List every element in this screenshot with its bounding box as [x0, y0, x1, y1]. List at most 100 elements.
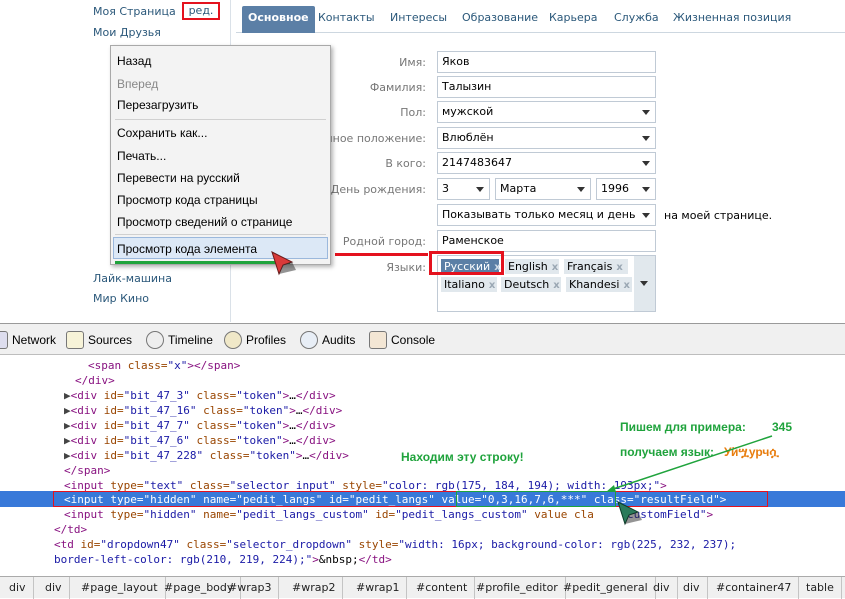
code-token: "bit_47_228" [123, 449, 204, 462]
first-name-input[interactable]: Яков [437, 51, 656, 73]
sex-select[interactable]: мужской [437, 101, 656, 123]
close-icon[interactable]: x [616, 262, 622, 273]
code-token: > [312, 553, 319, 566]
console-icon [369, 331, 387, 349]
tab-career[interactable]: Карьера [543, 6, 604, 33]
elements-panel: <span class="x"></span> </div> ▶<div id=… [0, 356, 845, 576]
breadcrumb-item[interactable]: div [676, 577, 708, 599]
code-token: "bit_47_16" [123, 404, 197, 417]
relationship-select[interactable]: Влюблён [437, 127, 656, 149]
close-icon[interactable]: x [489, 280, 495, 291]
tab-interests[interactable]: Интересы [384, 6, 453, 33]
annotation-underline [335, 253, 428, 256]
breadcrumb-item[interactable]: div [38, 577, 70, 599]
last-name-input[interactable]: Талызин [437, 76, 656, 98]
tab-audits[interactable]: Audits [300, 330, 355, 350]
audits-icon [300, 331, 318, 349]
tab-basic[interactable]: Основное [242, 6, 315, 33]
menu-item-page-info[interactable]: Просмотр сведений о странице [117, 215, 292, 229]
close-icon[interactable]: x [623, 280, 629, 291]
language-token[interactable]: Deutsch x [501, 277, 561, 292]
menu-item-save-as[interactable]: Сохранить как... [117, 126, 207, 140]
tab-timeline[interactable]: Timeline [146, 330, 213, 350]
menu-separator [115, 119, 326, 120]
breadcrumb-item[interactable]: #container47 [709, 577, 800, 599]
breadcrumb-item[interactable]: #wrap1 [349, 577, 408, 599]
tab-contacts[interactable]: Контакты [312, 6, 381, 33]
birthday-year-select[interactable]: 1996 [596, 178, 656, 200]
tab-console[interactable]: Console [369, 330, 435, 350]
code-token: class= [203, 449, 250, 462]
code-token: > [289, 404, 296, 417]
code-line[interactable]: </div> [75, 373, 115, 388]
birthday-month-select[interactable]: Марта [495, 178, 591, 200]
code-token: style= [352, 538, 399, 551]
hometown-input[interactable]: Раменское [437, 230, 656, 252]
tab-life-position[interactable]: Жизненная позиция [667, 6, 797, 33]
code-line[interactable]: <td id="dropdown47" class="selector_drop… [54, 537, 736, 552]
code-line[interactable]: ▶<div id="bit_47_228" class="token">…</d… [64, 448, 349, 463]
languages-dropdown-button[interactable] [634, 256, 655, 311]
breadcrumb-item[interactable]: #profile_editor [469, 577, 566, 599]
code-line[interactable]: border-left-color: rgb(210, 219, 224);">… [54, 552, 392, 567]
breadcrumb-item[interactable]: div [646, 577, 678, 599]
code-line[interactable]: ▶<div id="bit_47_7" class="token">…</div… [64, 418, 336, 433]
tab-education[interactable]: Образование [456, 6, 544, 33]
annotation-underline [115, 261, 290, 264]
breadcrumb-item[interactable]: table [799, 577, 842, 599]
language-token[interactable]: Français x [564, 259, 628, 274]
menu-item-print[interactable]: Печать... [117, 149, 166, 163]
birthday-day-value: 3 [442, 182, 449, 195]
menu-item-forward[interactable]: Вперед [117, 77, 158, 91]
close-icon[interactable]: x [553, 280, 559, 291]
breadcrumb-item[interactable]: #pedit_general [556, 577, 656, 599]
tab-sources[interactable]: Sources [66, 330, 132, 350]
close-icon[interactable]: x [552, 262, 558, 273]
language-token[interactable]: English x [505, 259, 559, 274]
breadcrumb-item[interactable]: #wrap2 [285, 577, 344, 599]
birthday-visibility-select[interactable]: Показывать только месяц и день [437, 204, 656, 226]
expand-arrow-icon: ▶ [64, 449, 71, 462]
menu-item-inspect-label: Просмотр кода элемента [117, 242, 258, 256]
nav-my-friends[interactable]: Мои Друзья [93, 26, 161, 39]
birthday-day-select[interactable]: 3 [437, 178, 490, 200]
menu-item-translate[interactable]: Перевести на русский [117, 171, 240, 185]
menu-separator [115, 234, 326, 235]
code-token: </div> [295, 389, 336, 402]
code-line[interactable]: ▶<div id="bit_47_6" class="token">…</div… [64, 433, 336, 448]
code-token: … [289, 419, 296, 432]
code-token: <td [54, 538, 74, 551]
code-line[interactable]: <span class="x"></span> [88, 358, 240, 373]
nav-movies[interactable]: Мир Кино [93, 292, 149, 305]
annotation-find-row: Находим эту строку! [401, 450, 524, 464]
language-token-label: Deutsch [504, 278, 550, 291]
code-token: type= [103, 508, 144, 521]
code-token: "pedit_langs_custom" [236, 508, 369, 521]
code-token: </td> [54, 523, 88, 536]
menu-item-reload[interactable]: Перезагрузить [117, 98, 198, 112]
code-line[interactable]: ▶<div id="bit_47_16" class="token">…</di… [64, 403, 342, 418]
breadcrumb-item[interactable]: #content [409, 577, 476, 599]
tab-profiles[interactable]: Profiles [224, 330, 286, 350]
code-line[interactable]: </span> [64, 463, 110, 478]
expand-arrow-icon: ▶ [64, 434, 71, 447]
code-line[interactable]: ▶<div id="bit_47_3" class="token">…</div… [64, 388, 336, 403]
tab-service[interactable]: Служба [608, 6, 665, 33]
breadcrumb-item[interactable]: #page_layout [74, 577, 166, 599]
partner-select[interactable]: 2147483647 [437, 152, 656, 174]
nav-app-item[interactable]: Лайк-машина [93, 272, 172, 285]
code-token: "token" [236, 389, 283, 402]
menu-item-back[interactable]: Назад [117, 54, 151, 68]
code-token: "bit_47_6" [123, 434, 190, 447]
breadcrumb-item[interactable]: div [2, 577, 34, 599]
breadcrumb-item[interactable]: #wrap3 [221, 577, 280, 599]
code-line[interactable]: </td> [54, 522, 87, 537]
language-token[interactable]: Italiano x [441, 277, 497, 292]
nav-my-page[interactable]: Моя Страница [93, 5, 176, 18]
menu-item-view-source[interactable]: Просмотр кода страницы [117, 193, 258, 207]
tab-network[interactable]: Network [0, 330, 56, 350]
edit-badge[interactable]: ред. [182, 2, 220, 20]
code-token: "bit_47_7" [123, 419, 190, 432]
breadcrumb: div div #page_layout #page_body #wrap3 #wrap2… [0, 576, 845, 599]
language-token[interactable]: Khandesi x [566, 277, 632, 292]
